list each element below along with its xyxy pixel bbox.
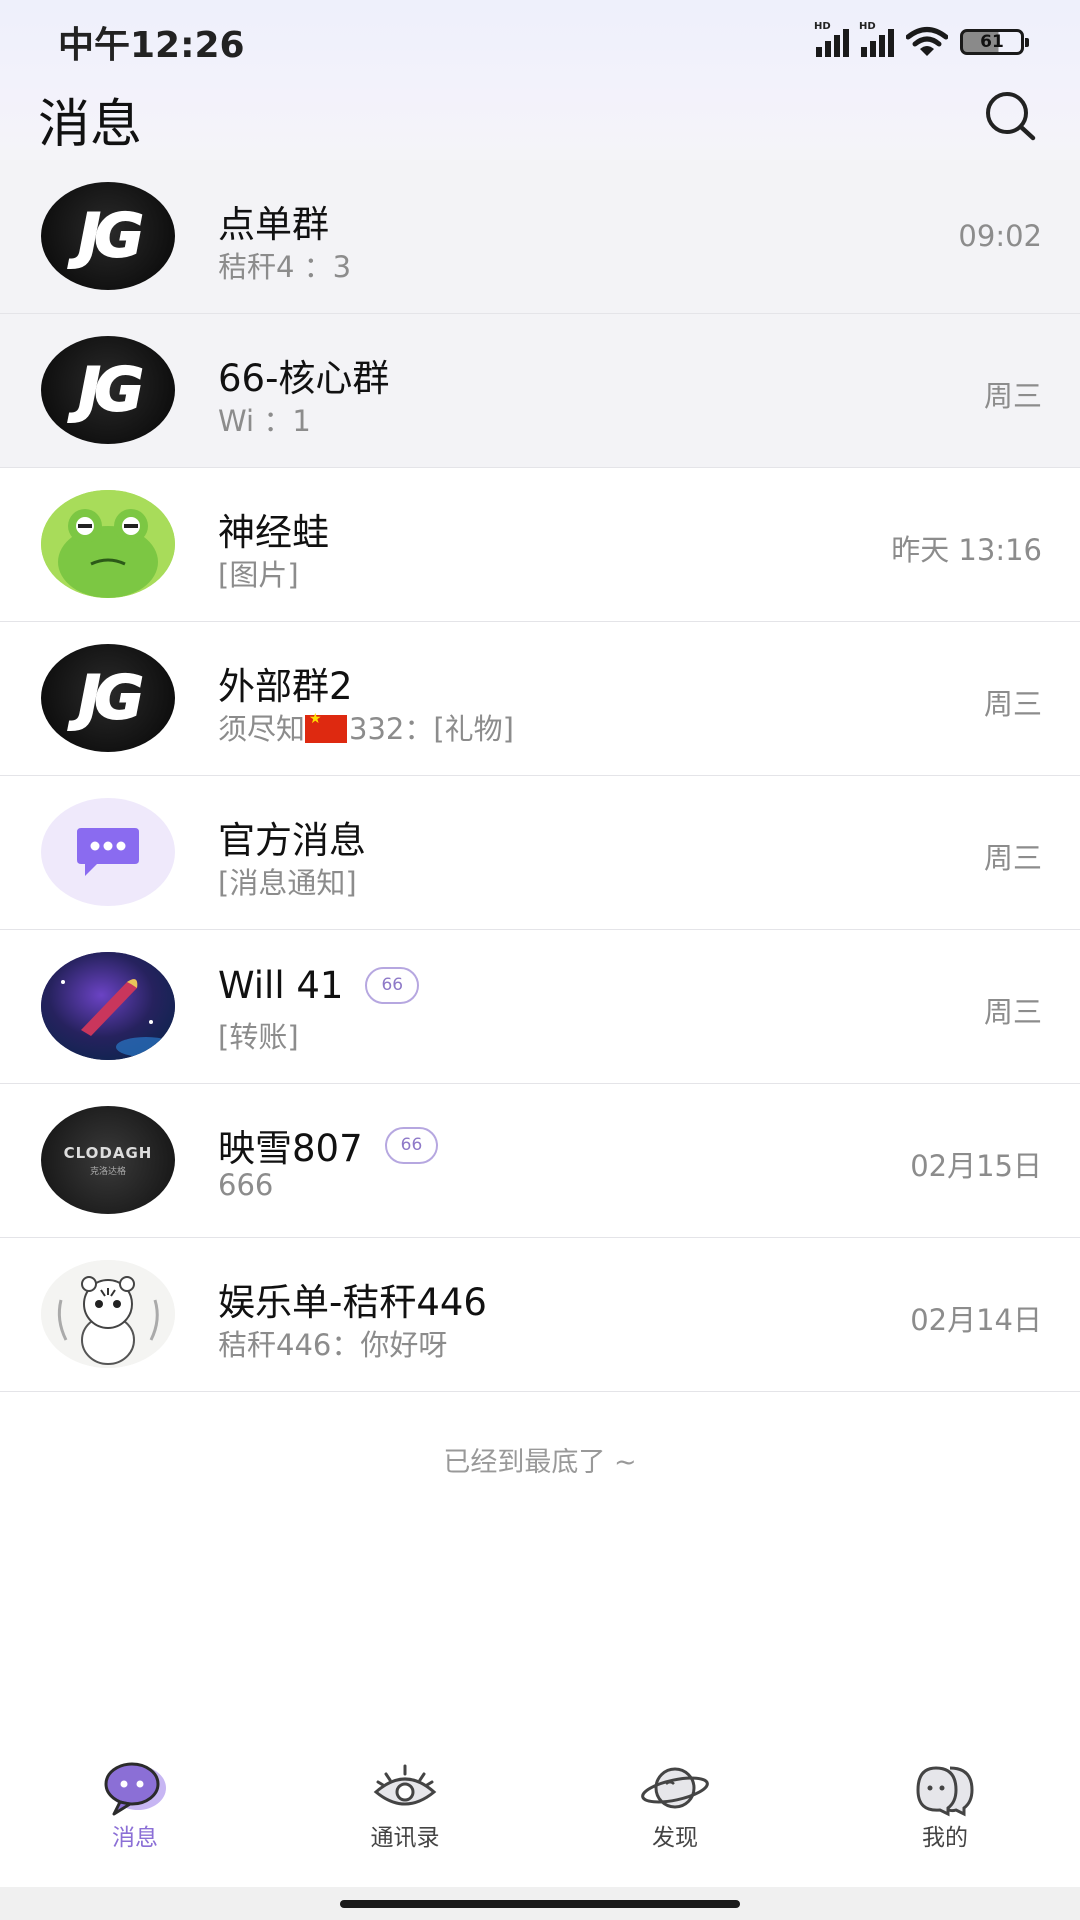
conversation-item[interactable]: JG 点单群 秸秆4 ：3 09:02 xyxy=(0,160,1080,314)
tab-profile[interactable]: 我的 xyxy=(810,1732,1080,1862)
tab-label: 我的 xyxy=(922,1825,968,1851)
home-indicator[interactable] xyxy=(340,1900,740,1908)
conversation-preview: Wi ：1 xyxy=(218,404,311,438)
conversation-preview: [图片] xyxy=(218,558,299,592)
chat-bubble-icon xyxy=(104,1762,166,1816)
status-bar: 中午12:26 HD HD 61 xyxy=(0,0,1080,80)
planet-icon xyxy=(641,1767,709,1809)
conversation-time: 周三 xyxy=(983,841,1042,875)
level-badge: 66 xyxy=(384,1126,439,1164)
avatar[interactable] xyxy=(41,1260,175,1368)
conversation-preview: 秸秆4 ：3 xyxy=(218,250,352,284)
search-icon[interactable] xyxy=(982,88,1038,144)
tab-discover[interactable]: 发现 xyxy=(540,1732,810,1862)
tab-messages[interactable]: 消息 xyxy=(0,1732,270,1862)
tab-contacts[interactable]: 通讯录 xyxy=(270,1732,540,1862)
avatar-brand-text: CLODAGH xyxy=(63,1143,153,1162)
conversation-name-text: 娱乐单-秸秆446 xyxy=(218,1281,487,1324)
bottom-tab-bar: 消息 通讯录 发现 我的 xyxy=(0,1732,1080,1887)
conversation-preview: [转账] xyxy=(218,1020,299,1054)
preview-sender: 须尽知 xyxy=(218,712,306,746)
conversation-preview: 秸秆446：你好呀 xyxy=(218,1328,448,1362)
conversation-name: 映雪807 66 xyxy=(218,1118,439,1172)
tab-label: 发现 xyxy=(652,1825,698,1851)
avatar-logo-text: JG xyxy=(77,200,145,272)
tiger-avatar-icon xyxy=(41,1260,175,1368)
conversation-time: 昨天 13:16 xyxy=(891,533,1042,567)
conversation-name-text: 映雪807 xyxy=(218,1127,363,1170)
avatar[interactable] xyxy=(41,798,175,906)
conversation-name: 66-核心群 xyxy=(218,348,389,402)
conversation-item[interactable]: JG 66-核心群 Wi ：1 周三 xyxy=(0,314,1080,468)
wifi-icon xyxy=(906,27,948,56)
avatar[interactable]: CLODAGH 克洛达格 xyxy=(41,1106,175,1214)
conversation-name-text: 点单群 xyxy=(218,203,329,246)
brand-logo-avatar: CLODAGH 克洛达格 xyxy=(41,1106,175,1214)
conversation-item[interactable]: 娱乐单-秸秆446 秸秆446：你好呀 02月14日 xyxy=(0,1238,1080,1392)
avatar-brand-subtext: 克洛达格 xyxy=(89,1166,126,1177)
conversation-item[interactable]: 官方消息 [消息通知] 周三 xyxy=(0,776,1080,930)
conversation-time: 02月14日 xyxy=(910,1303,1042,1337)
conversation-time: 周三 xyxy=(983,379,1042,413)
avatar-logo-text: JG xyxy=(77,354,145,426)
signal-icon: HD xyxy=(814,21,849,57)
tab-label: 消息 xyxy=(112,1825,158,1851)
conversation-name-text: 66-核心群 xyxy=(218,357,390,400)
conversation-name: Will 41 66 xyxy=(218,964,420,1007)
conversation-list: JG 点单群 秸秆4 ：3 09:02 JG 66-核心群 Wi ：1 周三 神… xyxy=(0,160,1080,1392)
tab-label: 通讯录 xyxy=(370,1825,440,1851)
conversation-item[interactable]: 神经蛙 [图片] 昨天 13:16 xyxy=(0,468,1080,622)
conversation-name: 外部群2 xyxy=(218,656,353,710)
avatar[interactable] xyxy=(41,490,175,598)
conversation-time: 周三 xyxy=(983,687,1042,721)
avatar-logo-text: JG xyxy=(77,662,145,734)
preview-text: 332：[礼物] xyxy=(349,712,514,746)
eye-icon xyxy=(373,1764,437,1806)
avatar[interactable]: JG xyxy=(41,336,175,444)
avatar[interactable]: JG xyxy=(41,182,175,290)
conversation-item[interactable]: CLODAGH 克洛达格 映雪807 66 666 02月15日 xyxy=(0,1084,1080,1238)
signal-hd-label-2: HD xyxy=(859,21,876,32)
level-badge: 66 xyxy=(365,967,420,1004)
conversation-name: 点单群 xyxy=(218,194,329,248)
signal-hd-label: HD xyxy=(814,21,831,32)
china-flag-icon xyxy=(305,711,348,743)
conversation-name: 娱乐单-秸秆446 xyxy=(218,1272,487,1326)
conversation-name-text: 神经蛙 xyxy=(218,511,329,554)
conversation-item[interactable]: Will 41 66 [转账] 周三 xyxy=(0,930,1080,1084)
conversation-name-text: 外部群2 xyxy=(218,665,353,708)
conversation-item[interactable]: JG 外部群2 须尽知 332：[礼物] 周三 xyxy=(0,622,1080,776)
status-time: 中午12:26 xyxy=(58,25,245,66)
list-end-text: 已经到最底了 ~ xyxy=(443,1447,637,1478)
conversation-name-text: Will 41 xyxy=(218,964,344,1007)
conversation-preview: 666 xyxy=(218,1168,274,1202)
message-bubble-icon xyxy=(77,828,139,876)
conversation-time: 02月15日 xyxy=(910,1149,1042,1183)
battery-icon: 61 xyxy=(960,29,1029,55)
conversation-name: 神经蛙 xyxy=(218,502,329,556)
conversation-time: 周三 xyxy=(983,995,1042,1029)
conversation-time: 09:02 xyxy=(958,219,1042,253)
conversation-name: 官方消息 xyxy=(218,810,366,864)
conversation-preview: 须尽知 332：[礼物] xyxy=(218,706,514,748)
conversation-name-text: 官方消息 xyxy=(218,819,366,862)
signal-icon-2: HD xyxy=(859,21,894,57)
frog-avatar-icon xyxy=(41,490,175,598)
page-title: 消息 xyxy=(38,95,143,155)
rocket-avatar-icon xyxy=(41,952,175,1060)
avatar[interactable]: JG xyxy=(41,644,175,752)
profile-icon xyxy=(916,1766,974,1817)
conversation-preview: [消息通知] xyxy=(218,866,357,900)
status-icons: HD HD 61 xyxy=(814,21,1029,60)
avatar[interactable] xyxy=(41,952,175,1060)
